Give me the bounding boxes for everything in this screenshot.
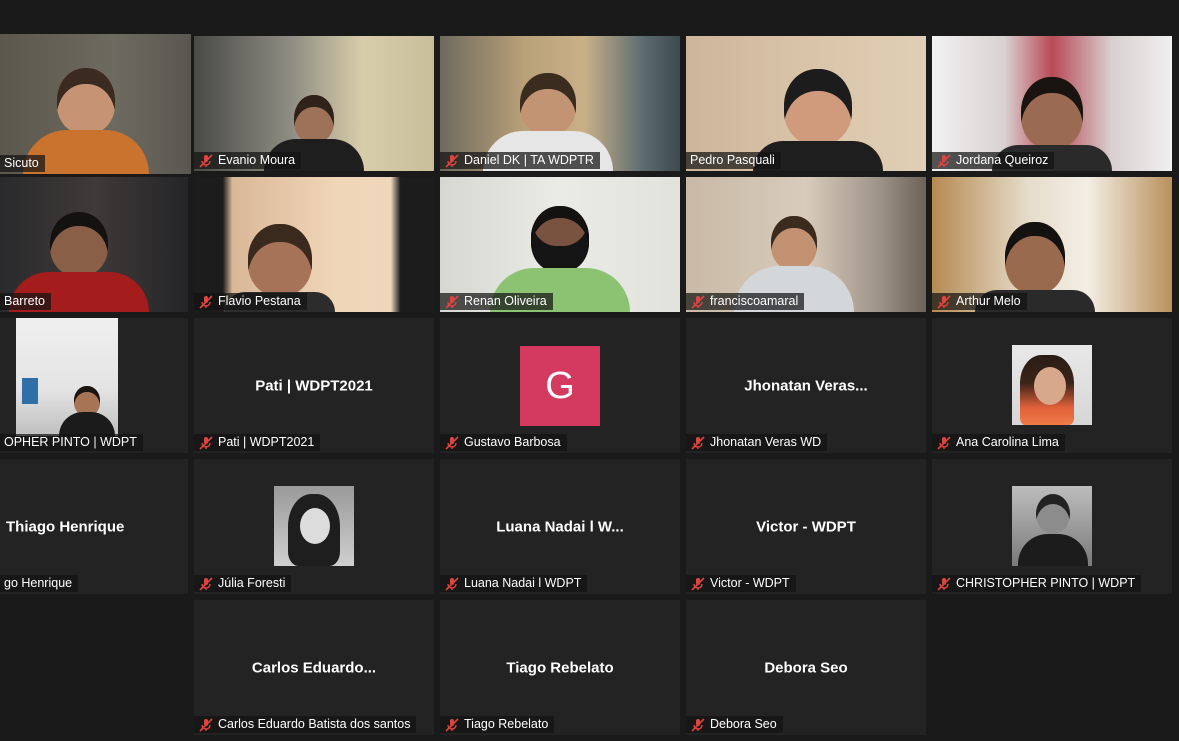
participant-name-label: Tiago Rebelato <box>440 716 555 733</box>
participant-name-label: Victor - WDPT <box>686 575 796 592</box>
participant-tile-thiago-henrique[interactable]: Thiago Henrique go Henrique <box>0 459 188 594</box>
participant-name-label: Evanio Moura <box>194 152 302 169</box>
muted-microphone-icon <box>691 294 705 309</box>
letter-avatar: G <box>520 346 600 426</box>
participant-name-label: Renan Oliveira <box>440 293 553 310</box>
muted-microphone-icon <box>937 153 951 168</box>
participant-name-label: go Henrique <box>0 575 79 592</box>
participant-name-label: Gustavo Barbosa <box>440 434 567 451</box>
video-feed <box>0 177 188 312</box>
participant-name-label: Jordana Queiroz <box>932 152 1055 169</box>
participant-tile-christopher-pinto[interactable]: CHRISTOPHER PINTO | WDPT <box>932 459 1172 594</box>
muted-microphone-icon <box>199 576 213 591</box>
participant-display-name: Thiago Henrique <box>6 518 125 535</box>
participant-name-label: Arthur Melo <box>932 293 1027 310</box>
participant-tile-jhonatan-veras[interactable]: Jhonatan Veras... Jhonatan Veras WD <box>686 318 926 453</box>
video-feed <box>440 36 680 171</box>
participant-tile-pedro-pasquali[interactable]: Pedro Pasquali <box>686 36 926 171</box>
video-feed <box>0 34 191 174</box>
participant-name-label: Debora Seo <box>686 716 783 733</box>
muted-microphone-icon <box>199 717 213 732</box>
participant-name-label: OPHER PINTO | WDPT <box>0 434 143 451</box>
participant-tile-evanio-moura[interactable]: Evanio Moura <box>194 36 434 171</box>
participant-tile-gustavo-barbosa[interactable]: G Gustavo Barbosa <box>440 318 680 453</box>
participant-name-label: Luana Nadai l WDPT <box>440 575 588 592</box>
participant-display-name: Tiago Rebelato <box>506 659 614 676</box>
participant-tile-jordana-queiroz[interactable]: Jordana Queiroz <box>932 36 1172 171</box>
participant-tile-barreto[interactable]: Barreto <box>0 177 188 312</box>
video-feed <box>932 177 1172 312</box>
video-feed <box>686 177 926 312</box>
participant-name-label: Pati | WDPT2021 <box>194 434 321 451</box>
muted-microphone-icon <box>445 153 459 168</box>
video-feed <box>194 177 434 312</box>
participant-tile-sicuto[interactable]: Sicuto <box>0 34 191 174</box>
muted-microphone-icon <box>445 435 459 450</box>
video-feed <box>686 36 926 171</box>
participant-tile-flavio-pestana[interactable]: Flavio Pestana <box>194 177 434 312</box>
muted-microphone-icon <box>199 153 213 168</box>
participant-tile-daniel-dk[interactable]: Daniel DK | TA WDPTR <box>440 36 680 171</box>
participant-tile-pati[interactable]: Pati | WDPT2021 Pati | WDPT2021 <box>194 318 434 453</box>
participant-display-name: Debora Seo <box>764 659 848 676</box>
profile-photo-avatar <box>1012 486 1092 566</box>
muted-microphone-icon <box>937 576 951 591</box>
participant-name-label: Ana Carolina Lima <box>932 434 1065 451</box>
muted-microphone-icon <box>199 435 213 450</box>
participant-tile-julia-foresti[interactable]: Júlia Foresti <box>194 459 434 594</box>
participant-display-name: Pati | WDPT2021 <box>255 377 373 394</box>
participant-display-name: Luana Nadai l W... <box>496 518 624 535</box>
participant-display-name: Victor - WDPT <box>756 518 856 535</box>
participant-tile-franciscoamaral[interactable]: franciscoamaral <box>686 177 926 312</box>
participant-tile-victor[interactable]: Victor - WDPT Victor - WDPT <box>686 459 926 594</box>
participant-display-name: Jhonatan Veras... <box>744 377 868 394</box>
participant-name-label: Barreto <box>0 293 51 310</box>
participant-tile-carlos-eduardo[interactable]: Carlos Eduardo... Carlos Eduardo Batista… <box>194 600 434 735</box>
muted-microphone-icon <box>691 576 705 591</box>
participant-tile-tiago-rebelato[interactable]: Tiago Rebelato Tiago Rebelato <box>440 600 680 735</box>
participant-name-label: CHRISTOPHER PINTO | WDPT <box>932 575 1142 592</box>
muted-microphone-icon <box>199 294 213 309</box>
video-feed <box>440 177 680 312</box>
participant-name-label: Carlos Eduardo Batista dos santos <box>194 716 417 733</box>
muted-microphone-icon <box>937 435 951 450</box>
participant-name-label: Sicuto <box>0 155 45 172</box>
participant-name-label: Jhonatan Veras WD <box>686 434 828 451</box>
muted-microphone-icon <box>691 435 705 450</box>
muted-microphone-icon <box>937 294 951 309</box>
participant-tile-renan-oliveira[interactable]: Renan Oliveira <box>440 177 680 312</box>
video-feed <box>16 318 118 436</box>
participant-tile-arthur-melo[interactable]: Arthur Melo <box>932 177 1172 312</box>
participant-tile-opher-pinto[interactable]: OPHER PINTO | WDPT <box>0 318 188 453</box>
participant-name-label: Júlia Foresti <box>194 575 292 592</box>
participant-tile-ana-carolina-lima[interactable]: Ana Carolina Lima <box>932 318 1172 453</box>
participant-display-name: Carlos Eduardo... <box>251 659 377 676</box>
participant-name-label: Flavio Pestana <box>194 293 307 310</box>
video-feed <box>194 36 434 171</box>
muted-microphone-icon <box>691 717 705 732</box>
participant-name-label: Daniel DK | TA WDPTR <box>440 152 600 169</box>
participant-name-label: Pedro Pasquali <box>686 152 781 169</box>
participant-name-label: franciscoamaral <box>686 293 805 310</box>
profile-photo-avatar <box>1012 345 1092 425</box>
muted-microphone-icon <box>445 576 459 591</box>
muted-microphone-icon <box>445 717 459 732</box>
video-feed <box>932 36 1172 171</box>
participant-tile-debora-seo[interactable]: Debora Seo Debora Seo <box>686 600 926 735</box>
profile-photo-avatar <box>274 486 354 566</box>
muted-microphone-icon <box>445 294 459 309</box>
participant-tile-luana-nadai[interactable]: Luana Nadai l W... Luana Nadai l WDPT <box>440 459 680 594</box>
